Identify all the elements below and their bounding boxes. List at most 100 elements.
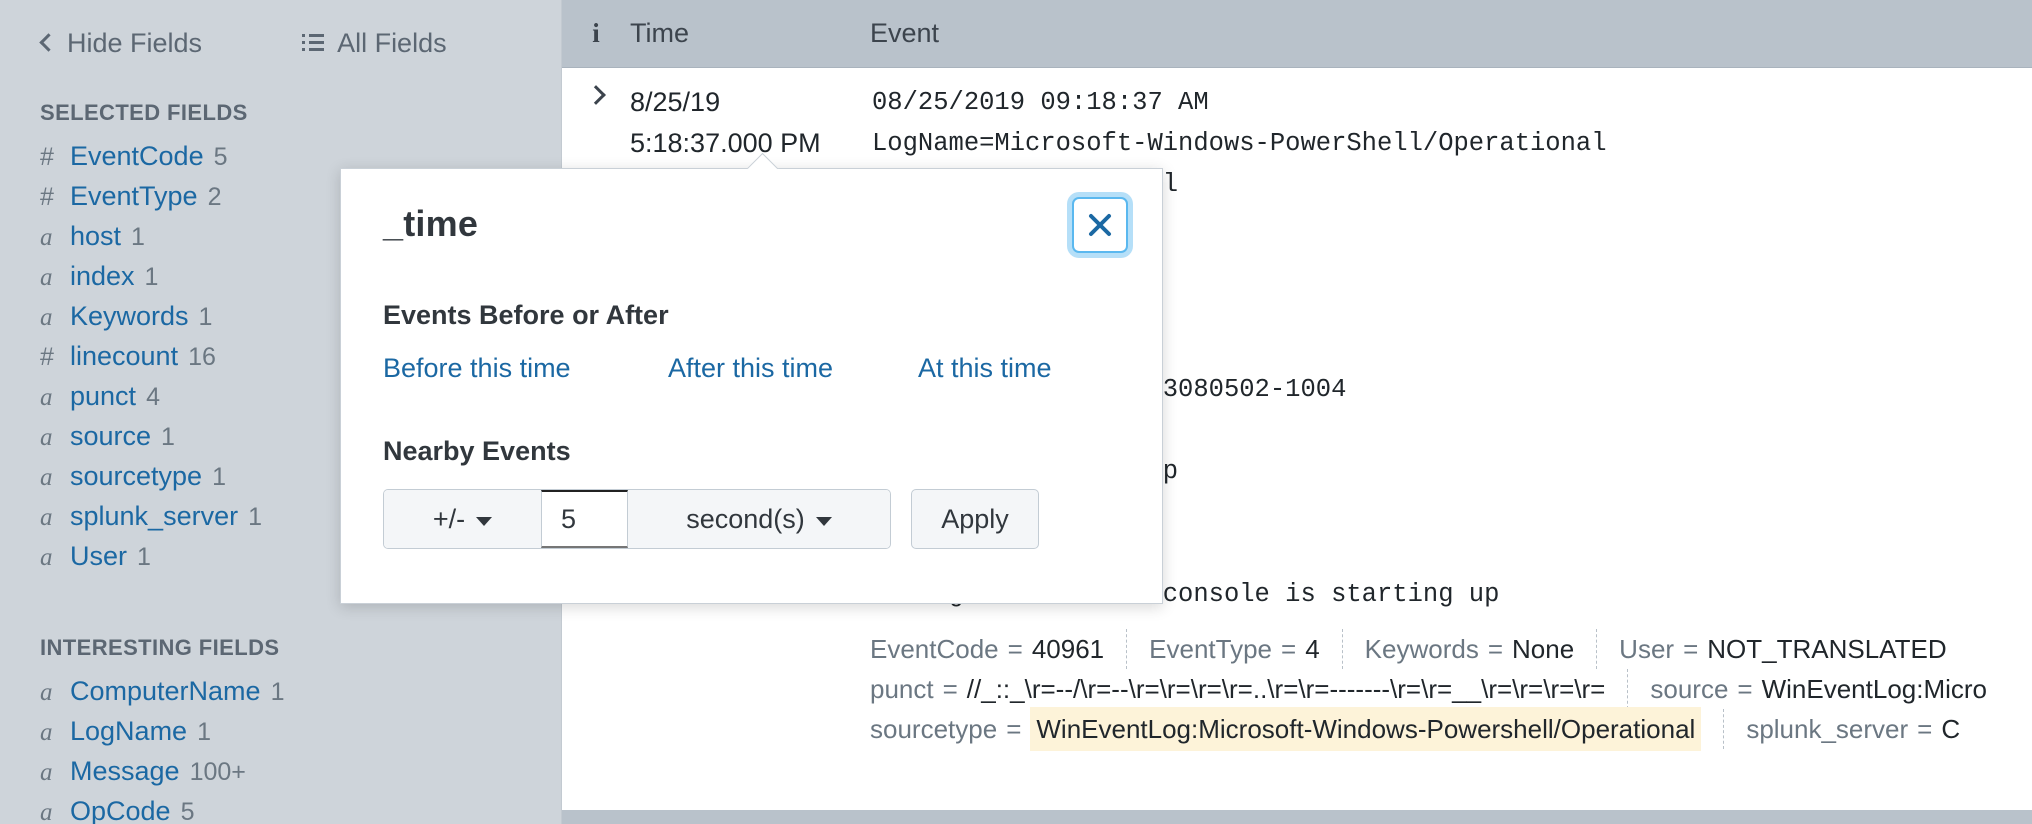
- field-type-icon: a: [40, 504, 53, 531]
- event-field-value-line: punct = //_::_\r=--/\r=--\r=\r=\r=\r=..\r=…: [870, 669, 2032, 709]
- nearby-events-input-group: +/- second(s): [383, 489, 891, 549]
- field-value-value: None: [1512, 634, 1575, 664]
- field-value-pair[interactable]: EventCode = 40961: [870, 629, 1126, 669]
- column-header-time[interactable]: Time: [630, 18, 870, 49]
- field-name-label: Message: [70, 756, 180, 786]
- field-type-icon: a: [40, 464, 53, 491]
- field-type-icon: a: [40, 264, 53, 291]
- event-field-value-line: sourcetype = WinEventLog:Microsoft-Windows…: [870, 707, 2032, 751]
- field-name-label: source: [70, 421, 152, 451]
- results-bottom-strip: [562, 810, 2032, 824]
- after-this-time-link[interactable]: After this time: [668, 353, 918, 384]
- field-value-equals: =: [1683, 634, 1699, 664]
- field-value-equals: =: [1737, 674, 1753, 704]
- field-value-key: source: [1650, 674, 1729, 704]
- field-value-key: punct: [870, 674, 934, 704]
- apply-button[interactable]: Apply: [911, 489, 1039, 549]
- field-name-label: LogName: [70, 716, 188, 746]
- field-name-label: sourcetype: [70, 461, 203, 491]
- time-scope-links: Before this time After this time At this…: [341, 353, 1162, 384]
- field-value-key: EventCode: [870, 634, 999, 664]
- field-type-icon: a: [40, 304, 53, 331]
- field-type-icon: #: [40, 183, 54, 211]
- events-before-after-heading: Events Before or After: [383, 300, 669, 330]
- field-count-label: 1: [212, 463, 226, 491]
- field-type-icon: a: [40, 679, 53, 706]
- field-value-value: WinEventLog:Microsoft-Windows-Powershell…: [1030, 707, 1702, 751]
- field-count-label: 1: [197, 718, 211, 746]
- field-value-value: 4: [1305, 634, 1320, 664]
- interesting-field-opcode[interactable]: a OpCode 5: [0, 796, 561, 824]
- interesting-field-computername[interactable]: a ComputerName 1: [0, 676, 561, 716]
- field-value-equals: =: [942, 674, 958, 704]
- field-count-label: 16: [188, 343, 216, 371]
- popover-arrow: [747, 153, 779, 169]
- field-count-label: 1: [161, 423, 175, 451]
- field-name-label: linecount: [70, 341, 179, 371]
- field-value-equals: =: [1281, 634, 1297, 664]
- chevron-down-icon: [815, 516, 832, 526]
- close-icon[interactable]: [1072, 197, 1128, 253]
- field-type-icon: a: [40, 759, 53, 786]
- field-value-key: EventType: [1149, 634, 1273, 664]
- field-name-label: OpCode: [70, 796, 171, 824]
- event-raw-line: LogName=Microsoft-Windows-PowerShell/Ope…: [872, 129, 1607, 158]
- field-count-label: 2: [207, 183, 222, 211]
- at-this-time-link[interactable]: At this time: [918, 353, 1052, 384]
- field-value-key: User: [1619, 634, 1675, 664]
- sidebar-toolbar: Hide Fields All Fields: [0, 0, 561, 86]
- interesting-fields-heading: INTERESTING FIELDS: [40, 635, 280, 660]
- field-count-label: 1: [137, 543, 151, 571]
- event-raw-line: 08/25/2019 09:18:37 AM: [872, 88, 1209, 117]
- field-value-equals: =: [1917, 714, 1933, 744]
- field-value-pair[interactable]: punct = //_::_\r=--/\r=--\r=\r=\r=\r=..\r=…: [870, 669, 1627, 709]
- field-type-icon: a: [40, 719, 53, 746]
- field-type-icon: a: [40, 544, 53, 571]
- field-name-label: punct: [70, 381, 137, 411]
- field-value-equals: =: [1007, 634, 1023, 664]
- splunk-search-results-page: Hide Fields All Fields SELECTED FIELDS #…: [0, 0, 2032, 824]
- event-field-values: EventCode = 40961 EventType = 4 Keywords = None U…: [870, 629, 2032, 751]
- field-count-label: 5: [213, 143, 228, 171]
- field-type-icon: a: [40, 424, 53, 451]
- nearby-events-heading: Nearby Events: [383, 436, 571, 466]
- field-value-value: 40961: [1031, 634, 1105, 664]
- field-value-pair[interactable]: EventType = 4: [1126, 629, 1342, 669]
- field-value-key: sourcetype: [870, 714, 998, 744]
- field-name-label: User: [70, 541, 128, 571]
- field-value-value: //_::_\r=--/\r=--\r=\r=\r=\r=..\r=\r=---…: [966, 674, 1606, 704]
- unit-dropdown[interactable]: second(s): [628, 490, 890, 548]
- sign-dropdown[interactable]: +/-: [384, 490, 541, 548]
- field-value-key: Keywords: [1364, 634, 1479, 664]
- field-name-label: EventType: [70, 181, 198, 211]
- field-type-icon: #: [40, 143, 54, 171]
- before-this-time-link[interactable]: Before this time: [383, 353, 668, 384]
- chevron-right-icon: [586, 85, 606, 105]
- field-count-label: 1: [198, 303, 213, 331]
- interesting-field-message[interactable]: a Message 100+: [0, 756, 561, 796]
- field-value-pair[interactable]: splunk_server = C: [1723, 709, 1982, 749]
- event-time-date[interactable]: 8/25/19: [630, 82, 870, 123]
- all-fields-label: All Fields: [337, 27, 447, 58]
- chevron-down-icon: [476, 516, 493, 526]
- field-value-value: NOT_TRANSLATED: [1707, 634, 1947, 664]
- list-icon: [302, 34, 325, 52]
- field-name-label: EventCode: [70, 141, 204, 171]
- field-type-icon: a: [40, 384, 53, 411]
- field-value-pair[interactable]: sourcetype = WinEventLog:Microsoft-Windows…: [870, 707, 1723, 751]
- field-name-label: index: [70, 261, 135, 291]
- interesting-fields-list: a ComputerName 1 a LogName 1 a Message 100+ a OpCo…: [0, 676, 561, 824]
- amount-input[interactable]: [541, 490, 628, 548]
- field-count-label: 1: [248, 503, 262, 531]
- field-value-pair[interactable]: Keywords = None: [1341, 629, 1597, 669]
- field-value-key: splunk_server: [1746, 714, 1909, 744]
- field-count-label: 1: [131, 223, 145, 251]
- field-type-icon: a: [40, 224, 53, 251]
- field-value-equals: =: [1487, 634, 1504, 664]
- interesting-field-logname[interactable]: a LogName 1: [0, 716, 561, 756]
- field-value-pair[interactable]: User = NOT_TRANSLATED: [1596, 629, 1968, 669]
- field-value-pair[interactable]: source = WinEventLog:Micro: [1627, 669, 2009, 709]
- all-fields-button[interactable]: All Fields: [302, 28, 447, 59]
- column-header-event[interactable]: Event: [870, 18, 2032, 49]
- hide-fields-button[interactable]: Hide Fields: [39, 28, 202, 59]
